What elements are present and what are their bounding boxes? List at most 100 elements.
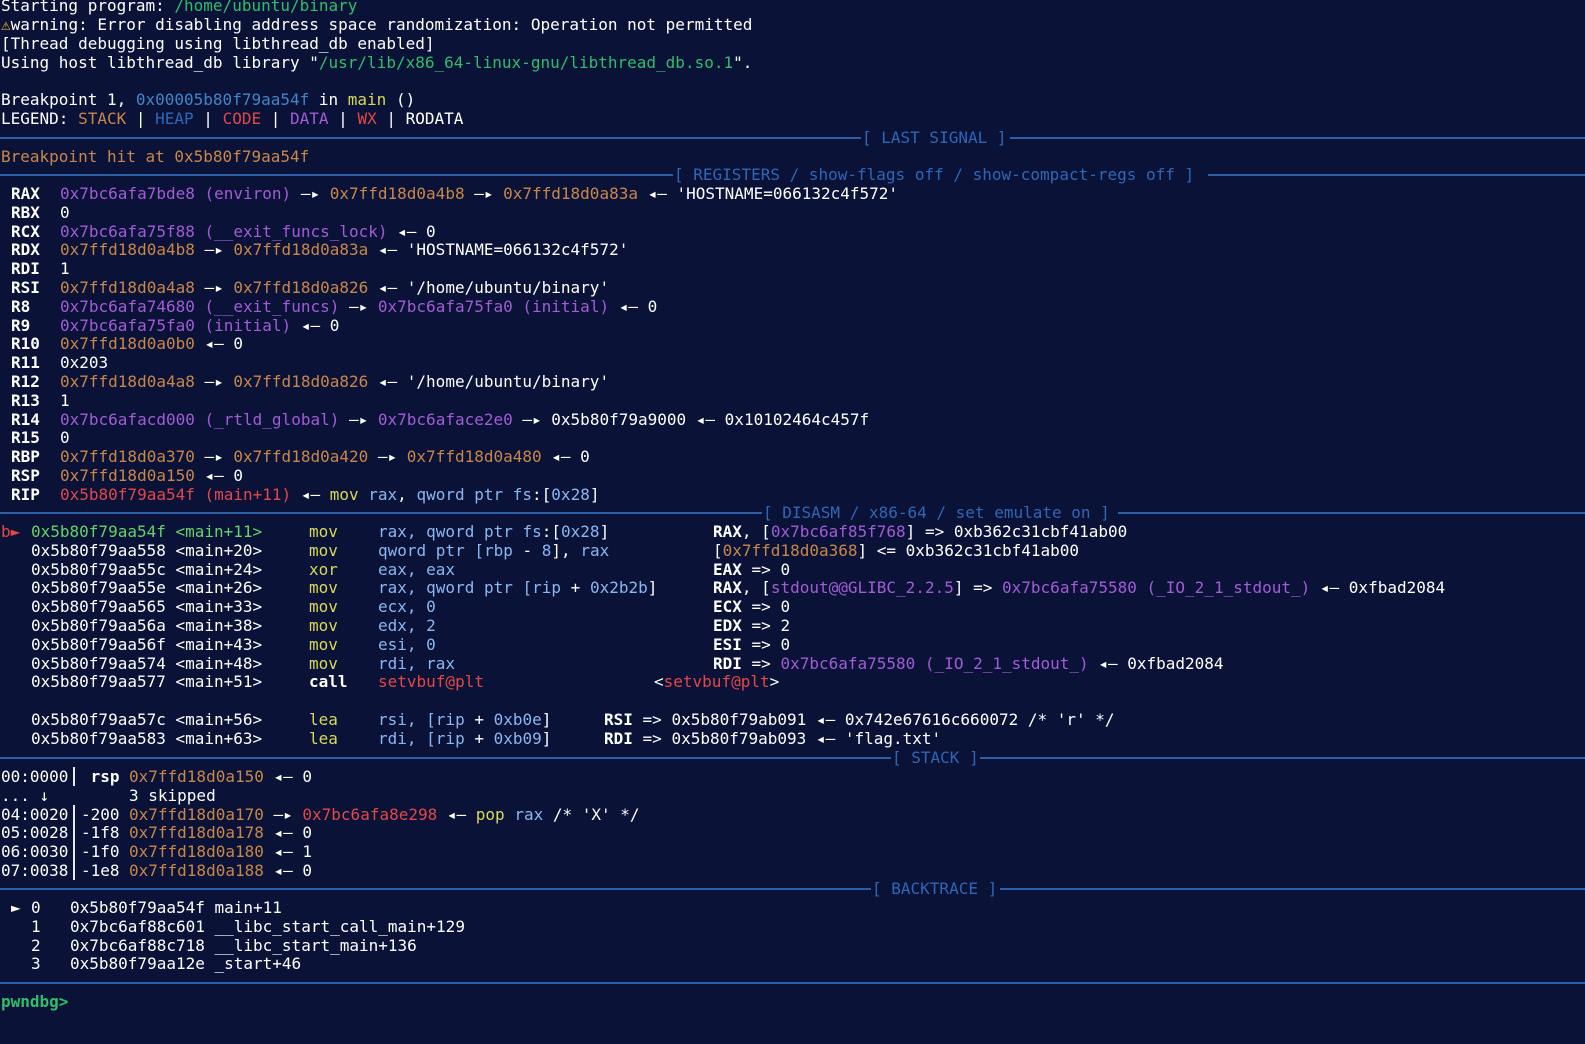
operands: eax, eax bbox=[378, 560, 455, 579]
stack-column-divider bbox=[73, 786, 75, 805]
divider bbox=[0, 757, 891, 759]
register-row: RBP 0x7ffd18d0a370 —▸ 0x7ffd18d0a420 —▸ 0… bbox=[11, 447, 590, 466]
mnemonic: mov bbox=[309, 634, 338, 654]
instruction-address: 0x5b80f79aa583 <main+63> bbox=[31, 728, 263, 748]
value-segment: rip bbox=[532, 578, 562, 598]
stack-row: 04:0020 -200 0x7ffd18d0a170 —▸ 0x7bc6afa8e… bbox=[1, 804, 640, 824]
instruction-address: 0x5b80f79aa55c <main+24> bbox=[31, 559, 263, 579]
value-segment: 0x7bc6afa74680 (__exit_funcs) bbox=[60, 296, 340, 316]
register-name: R9 bbox=[11, 315, 31, 335]
frame-marker: ► bbox=[11, 898, 21, 917]
value-segment: ◂— 0 bbox=[194, 334, 244, 354]
legend-line: LEGEND: STACK | HEAP | CODE | DATA | WX … bbox=[1, 109, 464, 128]
value-segment: 0x7ffd18d0a83a bbox=[503, 184, 638, 203]
register-row: RDI 1 bbox=[11, 259, 70, 278]
register-name: R11 bbox=[11, 353, 40, 373]
frame-location: 0x5b80f79aa12e _start+46 bbox=[70, 954, 302, 974]
stack-index: 05:0028 bbox=[1, 823, 69, 843]
value-segment: 0xb09 bbox=[493, 728, 542, 748]
value-segment: 0x28 bbox=[551, 484, 590, 504]
value-segment: 0x7bc6af85f768 bbox=[770, 522, 906, 541]
register-name: R14 bbox=[11, 409, 40, 429]
value-segment: ◂— 0 bbox=[263, 823, 313, 843]
operands: rax, qword ptr fs:[0x28] bbox=[378, 522, 609, 541]
value-segment: mov bbox=[329, 484, 359, 504]
bottom-divider bbox=[0, 973, 1585, 992]
value-segment: ◂— 0 bbox=[609, 296, 658, 316]
instruction-address: 0x5b80f79aa57c <main+56> bbox=[31, 710, 263, 729]
register-name: RCX bbox=[11, 221, 40, 241]
register-name: R13 bbox=[11, 390, 40, 410]
value-segment: 1 bbox=[60, 390, 70, 410]
operands: rax, qword ptr [rip + 0x2b2b] bbox=[378, 578, 657, 597]
register-name: RDI bbox=[11, 259, 40, 279]
section-header-disasm: [ DISASM / x86-64 / set emulate on ] bbox=[0, 503, 1585, 522]
register-name: RBX bbox=[11, 202, 40, 222]
operands: setvbuf@plt bbox=[378, 672, 484, 691]
value-segment: ◂— 0 bbox=[387, 221, 436, 241]
legend-heap: HEAP bbox=[155, 109, 194, 128]
stack-index: ... ↓ bbox=[1, 785, 50, 805]
value-segment: stdout@@GLIBC_2.2.5 bbox=[770, 578, 954, 598]
value-segment: setvbuf@plt bbox=[663, 672, 770, 692]
value-segment: 0x7ffd18d0a4b8 bbox=[329, 184, 465, 203]
emulation-annotation: RSI => 0x5b80f79ab091 ◂— 0x742e67616c660… bbox=[604, 710, 1115, 729]
value-segment: ECX bbox=[713, 597, 742, 617]
register-name: RIP bbox=[11, 484, 40, 504]
register-name: RSI bbox=[11, 278, 40, 297]
stack-index: 07:0038 bbox=[1, 861, 69, 880]
value-segment: , bbox=[397, 484, 417, 504]
value-segment: - bbox=[512, 540, 542, 560]
value-segment: ecx, bbox=[378, 597, 427, 617]
value-segment: 0x7ffd18d0a170 bbox=[129, 804, 264, 824]
instruction-address: 0x5b80f79aa574 <main+48> bbox=[31, 653, 263, 673]
value-segment: ◂— 0 bbox=[541, 447, 590, 467]
value-segment: ] bbox=[647, 578, 658, 598]
register-name: R12 bbox=[11, 372, 40, 391]
value-segment: rax, qword ptr [ bbox=[378, 578, 533, 598]
command-prompt[interactable]: pwndbg> bbox=[1, 992, 78, 1011]
value-segment: => 0x5b80f79ab093 ◂— 'flag.txt' bbox=[632, 728, 942, 748]
stack-offset: -1f0 bbox=[81, 842, 120, 862]
operands: ecx, 0 bbox=[378, 597, 436, 616]
thread-debug-line: [Thread debugging using libthread_db ena… bbox=[1, 34, 435, 53]
text-cursor[interactable] bbox=[68, 992, 78, 1011]
instruction-address: 0x5b80f79aa56f <main+43> bbox=[31, 634, 263, 654]
value-segment: 0x28 bbox=[561, 522, 600, 541]
disasm-row: b► 0x5b80f79aa54f <main+11> mov rax, qword … bbox=[1, 522, 1581, 541]
value-segment: ◂— '/home/ubuntu/binary' bbox=[368, 372, 610, 391]
value-segment: 0x7bc6afa75580 (_IO_2_1_stdout_) bbox=[780, 653, 1089, 673]
value-segment: 0x5b80f79aa54f (main+11) bbox=[60, 484, 292, 504]
mnemonic: mov bbox=[309, 597, 338, 617]
value-segment: :[ bbox=[541, 522, 562, 541]
terminal-window[interactable]: Starting program: /home/ubuntu/binary ⚠w… bbox=[0, 0, 1585, 1044]
divider bbox=[0, 982, 1585, 984]
value-segment: edx, bbox=[378, 616, 427, 635]
value-segment: —▸ 0x5b80f79a9000 ◂— 0x10102464c457f bbox=[512, 409, 870, 429]
breakpoint-line: Breakpoint 1, 0x00005b80f79aa54f in main… bbox=[1, 90, 416, 109]
value-segment: ◂— bbox=[437, 804, 476, 824]
emulation-annotation: ESI => 0 bbox=[713, 635, 790, 654]
register-row: RIP 0x5b80f79aa54f (main+11) ◂— mov rax, … bbox=[11, 485, 599, 504]
value-segment: ] bbox=[541, 710, 552, 729]
value-segment: ◂— '/home/ubuntu/binary' bbox=[368, 278, 610, 297]
value-segment: ], bbox=[551, 540, 581, 560]
stack-column-divider bbox=[73, 804, 75, 824]
disasm-row: 0x5b80f79aa55c <main+24> xor eax, eax EAX =… bbox=[1, 560, 1581, 579]
divider bbox=[1118, 512, 1585, 514]
operands: rdi, [rip + 0xb09] bbox=[378, 729, 551, 748]
value-segment: RSI bbox=[604, 710, 633, 729]
register-name: RBP bbox=[11, 447, 40, 467]
value-segment: 0 bbox=[60, 202, 70, 222]
stack-column-divider bbox=[73, 767, 75, 786]
value-segment: 0x7ffd18d0a420 bbox=[233, 447, 369, 467]
value-segment: 0xb0e bbox=[493, 710, 542, 729]
disasm-row: 0x5b80f79aa56a <main+38> mov edx, 2 EDX => … bbox=[1, 616, 1581, 635]
value-segment: 0x7ffd18d0a4b8 bbox=[60, 240, 195, 260]
stack-row: 06:0030 -1f0 0x7ffd18d0a180 ◂— 1 bbox=[1, 842, 312, 862]
stack-row: 00:0000 rsp 0x7ffd18d0a150 ◂— 0 bbox=[1, 767, 312, 786]
value-segment: RAX bbox=[713, 578, 742, 598]
value-segment: => 2 bbox=[741, 616, 791, 635]
value-segment: 0x7bc6afa7bde8 (environ) bbox=[60, 184, 292, 203]
value-segment: 0 bbox=[426, 597, 436, 617]
